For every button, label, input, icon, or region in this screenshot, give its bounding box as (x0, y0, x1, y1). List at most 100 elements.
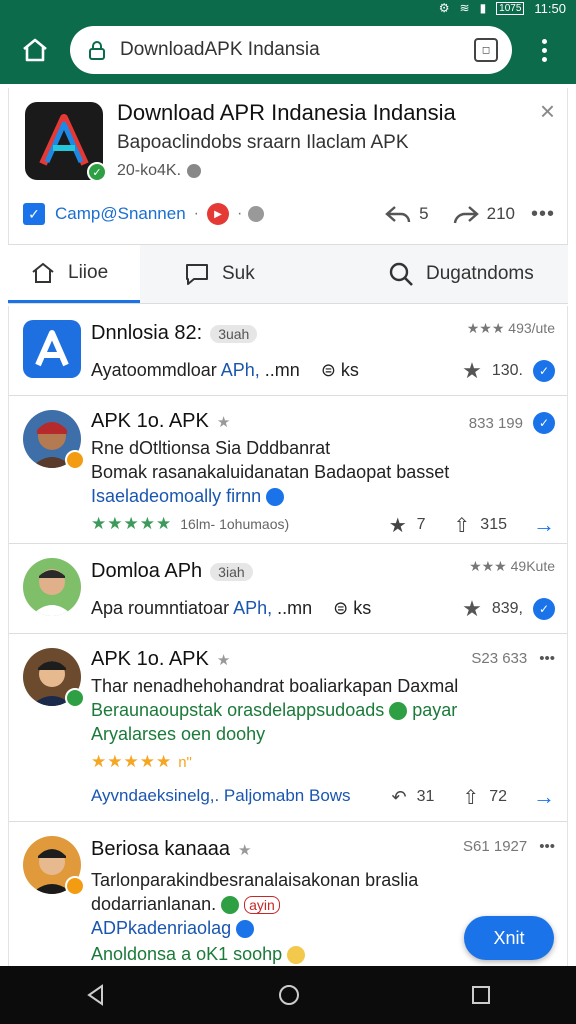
floating-action-button[interactable]: Xnit (464, 916, 554, 960)
check-icon[interactable]: ✓ (533, 412, 555, 434)
thumbs-up-icon[interactable]: ⇧ (454, 513, 471, 538)
more-icon[interactable]: ••• (539, 650, 555, 667)
tab-bar: Liioe Suk Dugatndoms (8, 244, 568, 304)
reply-icon (385, 206, 411, 223)
avatar[interactable] (23, 410, 85, 470)
app-logo[interactable]: ✓ (25, 102, 107, 182)
list-item[interactable]: APK 1o. APK ★ S23 633 ••• Thar nenadheho… (9, 634, 567, 822)
home-icon (32, 262, 54, 283)
address-bar[interactable]: DownloadAPK Indansia ◻ (70, 26, 512, 74)
plus-icon (389, 702, 408, 721)
app-subtitle: Bapoaclindobs sraarn Ilaclam APK (117, 132, 409, 153)
avatar[interactable] (23, 648, 85, 708)
avatar[interactable] (23, 558, 81, 616)
list-item[interactable]: Dnnlosia 82: 3uah ★★★ 493/ute Ayatoommdl… (9, 306, 567, 396)
star-icon[interactable]: ★ (462, 358, 482, 384)
item-title-text: APK 1o. APK (91, 410, 209, 432)
item-meta-text: 833 199 (468, 414, 523, 432)
share-button[interactable]: 5 (385, 204, 429, 224)
forward-button[interactable]: 210 (453, 204, 515, 224)
item-text: payar (412, 700, 458, 720)
search-icon (389, 262, 413, 286)
forward-count: 210 (486, 204, 515, 223)
item-link[interactable]: APh, (221, 360, 260, 380)
item-line: ADPkadenriaolag (91, 918, 255, 939)
checkbox-icon[interactable]: ✓ (23, 203, 45, 225)
item-link[interactable]: Isaeladeomoally firnn (91, 486, 261, 506)
item-meta-text: S23 633 (471, 650, 528, 667)
badge-icon (65, 450, 85, 470)
item-text: Beraunaoupstak orasdelappsudoads (91, 700, 385, 720)
item-meta: 833 199 ✓ (469, 412, 555, 434)
item-link[interactable]: ADPkadenriaolag (91, 918, 231, 938)
settings-icon: ⚙ (438, 1, 450, 15)
back-icon[interactable] (84, 983, 108, 1007)
badge-icon (65, 876, 85, 896)
item-stat: 839, (491, 600, 523, 617)
item-line: Ayatoommdloar APh, ..mn ⊜ ks (91, 360, 359, 381)
more-icon[interactable]: ••• (539, 838, 555, 855)
tab-chat[interactable]: Suk (184, 245, 255, 303)
item-line: Anoldonsa a oK1 soohp (91, 944, 306, 965)
home-button[interactable] (0, 16, 70, 84)
item-actions: ★ 839, ✓ (462, 596, 555, 622)
more-options-button[interactable]: ••• (531, 203, 555, 226)
list-item[interactable]: APK 1o. APK ★ 833 199 ✓ Rne dOtltionsa S… (9, 396, 567, 544)
badge-icon (65, 688, 85, 708)
chat-icon (186, 264, 208, 285)
star-icon[interactable]: ★ (462, 596, 482, 622)
item-actions: ↶ 31 ⇧ 72 → (392, 784, 555, 810)
item-line: dodarrianlanan. ayin (91, 894, 280, 915)
tab-label: Suk (222, 263, 255, 284)
play-icon[interactable]: ▶ (207, 203, 229, 225)
item-actions: ★ 130. ✓ (462, 358, 555, 384)
item-title-text: Dnnlosia 82: (91, 322, 203, 344)
item-line: Tarlonparakindbesranalaisakonan braslia (91, 870, 419, 890)
home-circle-icon[interactable] (277, 983, 301, 1007)
item-meta: S23 633 ••• (471, 650, 555, 667)
arrow-right-icon[interactable]: → (533, 784, 555, 810)
lock-icon (89, 41, 105, 60)
check-icon[interactable]: ✓ (533, 360, 555, 382)
item-meta: ★★★ 493/ute (466, 320, 555, 336)
close-button[interactable]: × (540, 98, 555, 124)
item-text: Apa roumntiatoar (91, 598, 234, 618)
arrow-right-icon[interactable]: → (533, 512, 555, 538)
item-stat: 7 (416, 516, 426, 533)
reply-icon[interactable]: ↶ (392, 787, 407, 808)
item-footer[interactable]: Ayvndaeksinelg,. Paljomabn Bows (91, 786, 351, 806)
item-link[interactable]: APh, (233, 598, 272, 618)
avatar[interactable] (23, 836, 85, 896)
campaign-link[interactable]: Camp@Snannen (55, 204, 186, 224)
item-pill: 3iah (210, 562, 253, 581)
item-line: Rne dOtltionsa Sia Dddbanrat (91, 438, 331, 458)
emoji-icon (287, 946, 306, 965)
item-pill: 3uah (210, 324, 258, 343)
check-icon[interactable]: ✓ (533, 598, 555, 620)
system-nav-bar (0, 966, 576, 1024)
item-tag: ayin (244, 896, 280, 914)
recents-icon[interactable] (470, 984, 492, 1006)
info-icon (187, 164, 202, 178)
home-icon (23, 38, 47, 62)
menu-dot (541, 47, 547, 53)
clock: 11:50 (534, 0, 566, 16)
tab-home[interactable]: Liioe (8, 245, 140, 303)
tab-switcher-button[interactable]: ◻ (474, 38, 498, 62)
rating-text: n" (178, 753, 192, 771)
thumbs-up-icon[interactable]: ⇧ (462, 785, 479, 810)
add-icon[interactable] (248, 206, 265, 222)
signal-icon: ▮ (479, 1, 487, 15)
item-text: Ayatoommdloar (91, 360, 221, 380)
list-item[interactable]: Domloa APh 3iah ★★★ 49Kute Apa roumntiat… (9, 544, 567, 634)
item-rating: ★★★★★ 16lm- 1ohumaos) (91, 514, 289, 534)
overflow-menu-button[interactable] (512, 16, 576, 84)
item-stat: 130. (491, 362, 523, 379)
lock-icon: ⊜ (333, 598, 349, 618)
star-icon: ★ (237, 841, 252, 859)
tab-search[interactable]: Dugatndoms (388, 245, 534, 303)
rating-stars-icon: ★★★★★ (91, 752, 173, 771)
app-icon (23, 320, 81, 378)
emoji-icon (221, 896, 240, 915)
star-icon[interactable]: ★ (389, 513, 407, 538)
